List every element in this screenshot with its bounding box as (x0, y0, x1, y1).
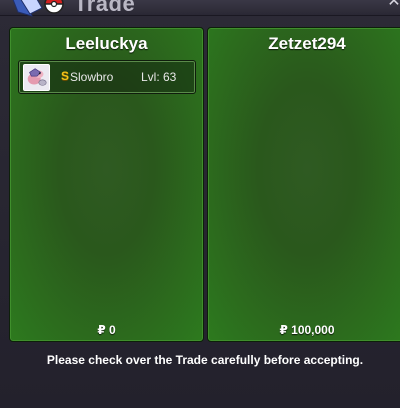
offered-pokemon-item[interactable]: S Slowbro Lvl: 63 (18, 60, 196, 94)
partner-offer-panel: Zetzet294 ₽ 100,000 (207, 27, 400, 342)
close-icon[interactable]: ✕ (386, 0, 400, 10)
partner-player-name: Zetzet294 (268, 34, 346, 53)
my-offer-panel: Leeluckya S Slowbro Lvl: 63 ₽ 0 (9, 27, 204, 342)
trade-window: Trade ✕ Leeluckya S Slowbro Lvl: 63 ₽ 0 … (0, 0, 400, 408)
pokemon-level: Lvl: 63 (141, 70, 177, 84)
partner-money-offer: ₽ 100,000 (279, 323, 335, 337)
pokeball-logo-icon (12, 0, 64, 17)
my-money-offer: ₽ 0 (97, 323, 116, 337)
pokemon-name: Slowbro (70, 70, 114, 84)
pokemon-sprite-icon (23, 64, 50, 91)
my-player-name: Leeluckya (65, 34, 148, 53)
title-bar[interactable]: Trade ✕ (0, 0, 400, 17)
trade-notice: Please check over the Trade carefully be… (46, 353, 364, 367)
window-title: Trade (74, 0, 136, 16)
shiny-badge: S (61, 69, 70, 83)
